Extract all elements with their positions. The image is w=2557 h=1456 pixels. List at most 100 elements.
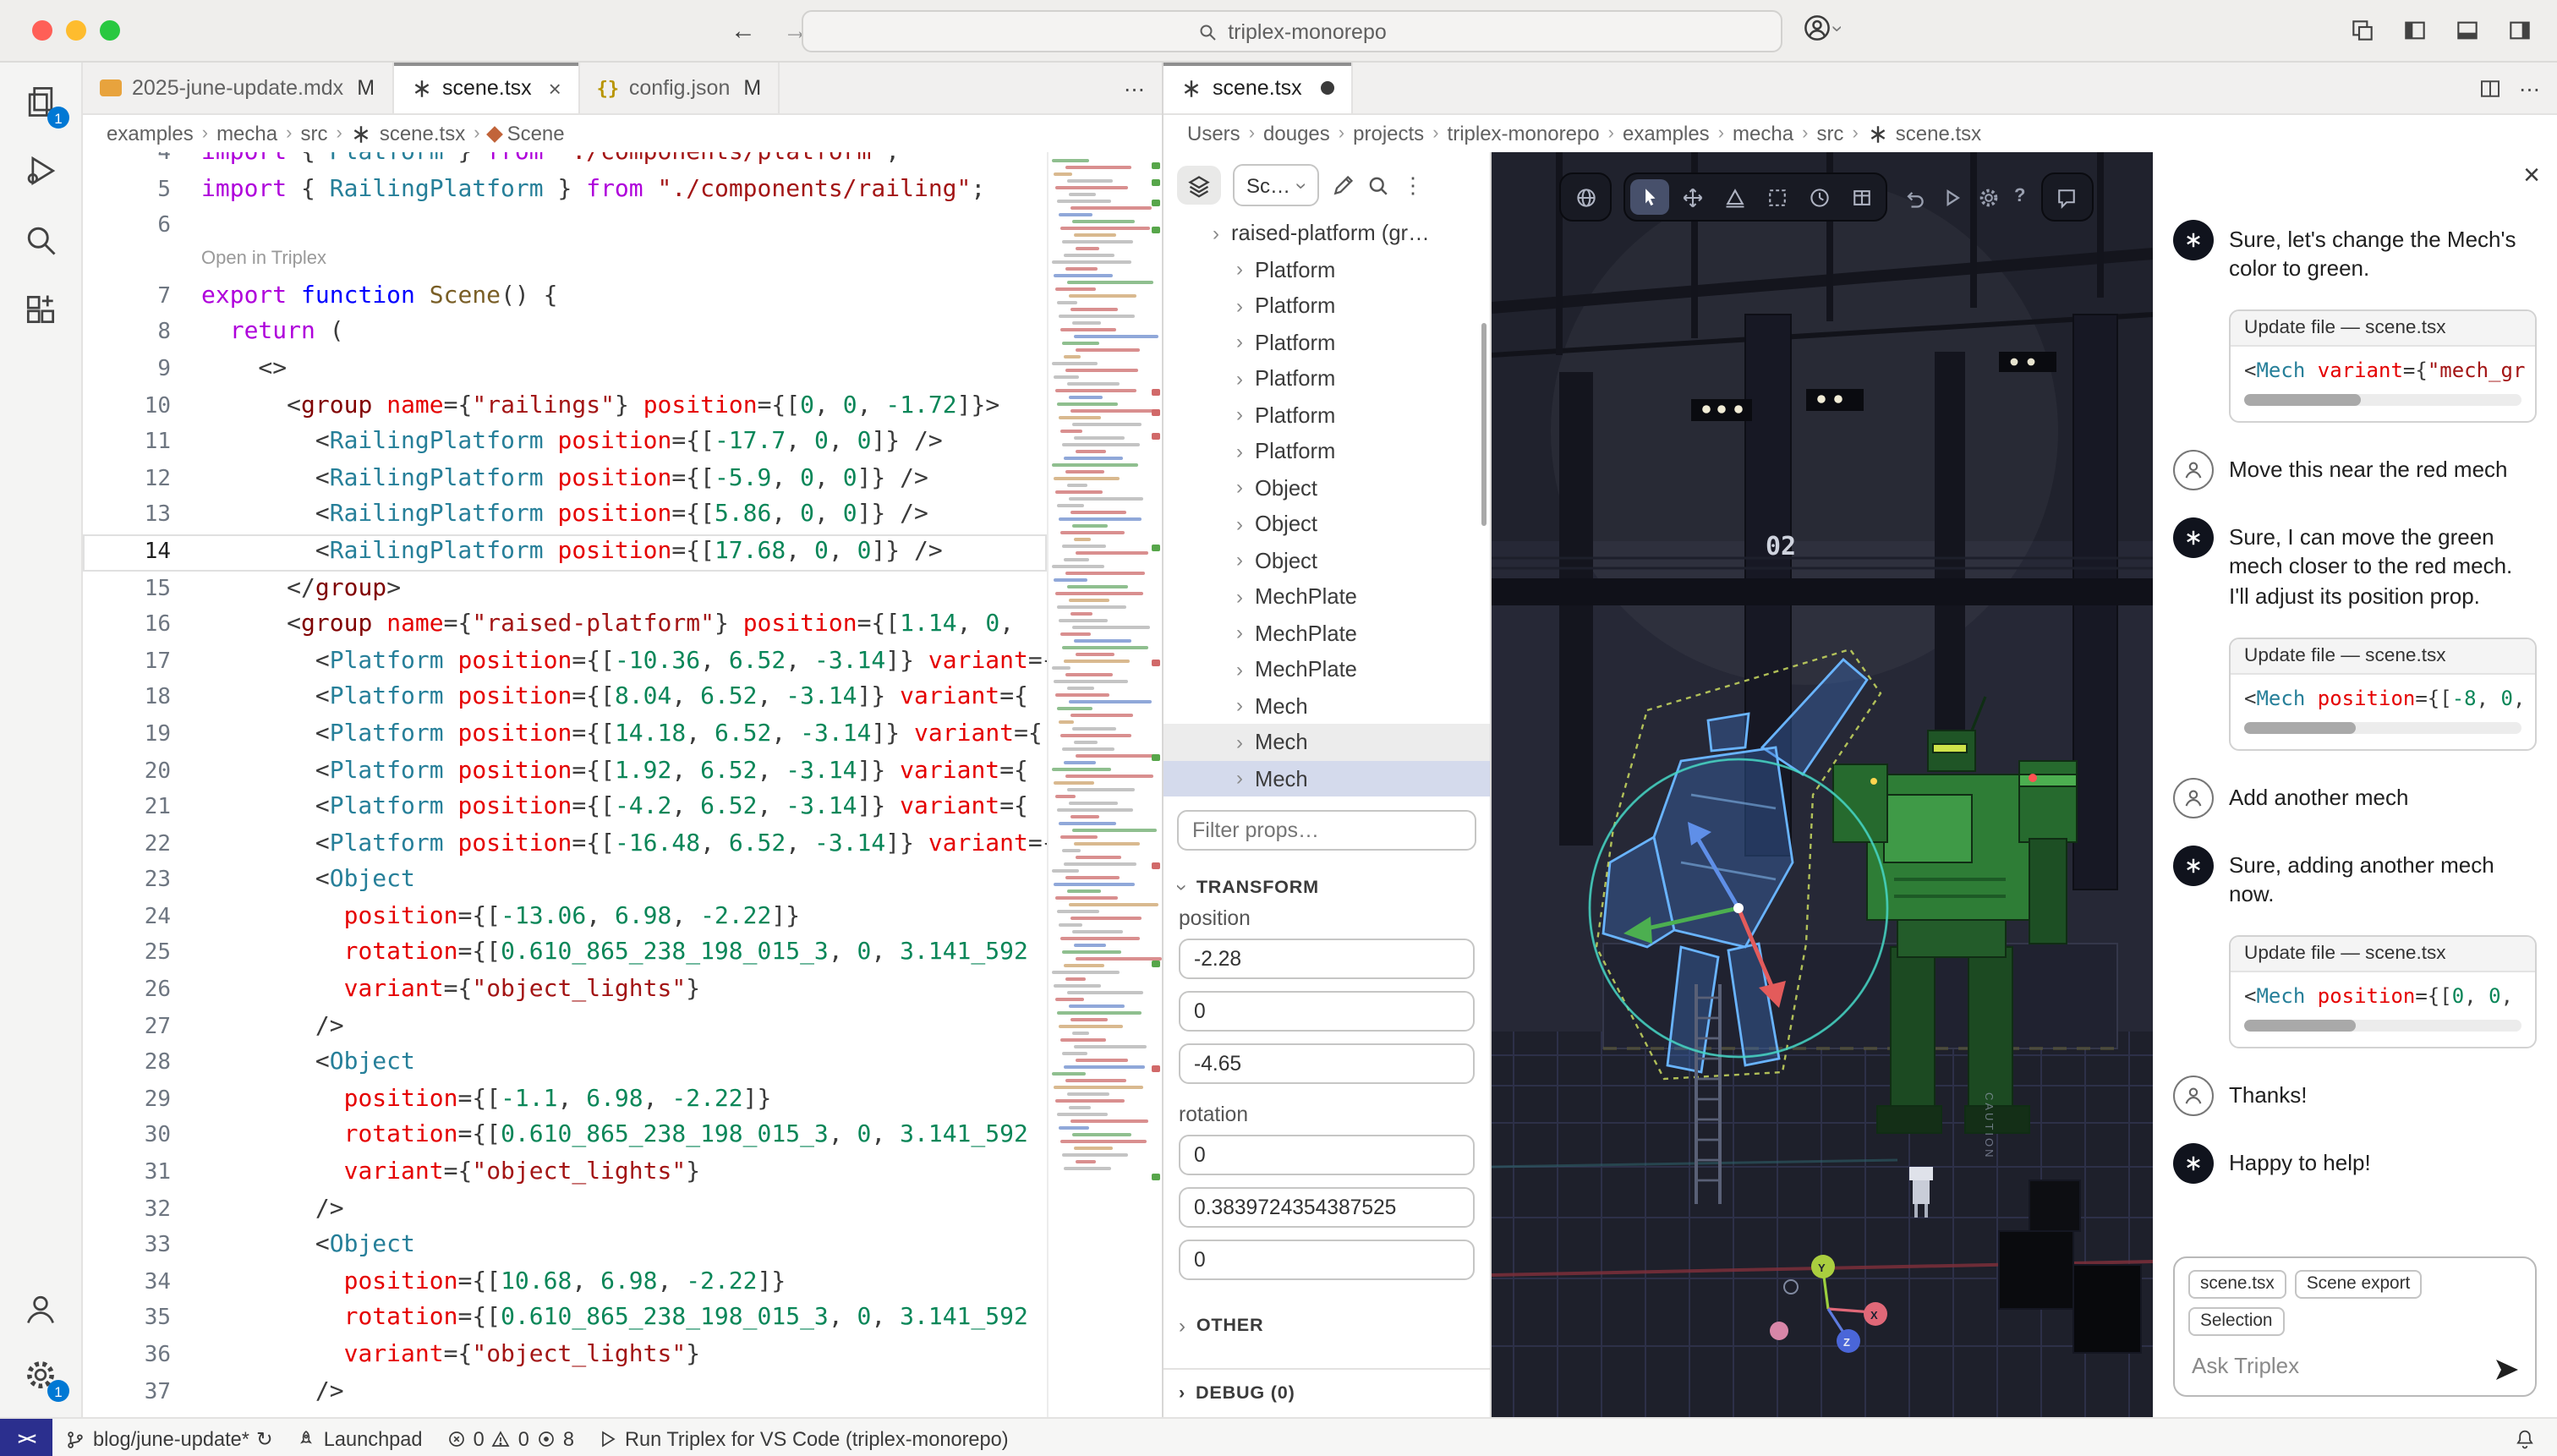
breadcrumb-item[interactable]: scene.tsx [1867, 122, 1981, 145]
search-sidebar-icon[interactable] [22, 222, 59, 259]
toggle-panel-icon[interactable] [2454, 17, 2481, 44]
help-icon[interactable]: ? [2014, 185, 2025, 209]
position-z-input[interactable] [1179, 1043, 1475, 1084]
scene-select[interactable]: Sc… › [1233, 164, 1320, 206]
tree-item-platform[interactable]: › Platform [1164, 433, 1490, 469]
tree-item-platform[interactable]: › Platform [1164, 251, 1490, 287]
send-icon[interactable] [2493, 1356, 2520, 1383]
layers-button[interactable] [1177, 166, 1221, 205]
other-section-header[interactable]: › OTHER [1179, 1314, 1475, 1338]
settings-gear-icon[interactable]: 1 [22, 1356, 69, 1402]
tree-item-mech[interactable]: › Mech [1164, 724, 1490, 760]
profile-menu[interactable]: › [1803, 14, 1850, 42]
rotation-x-input[interactable] [1179, 1135, 1475, 1175]
card-scrollbar[interactable] [2244, 1020, 2521, 1032]
3d-viewport[interactable]: 02 CAUTION Y X Z ? [1492, 152, 2153, 1417]
git-branch-item[interactable]: blog/june-update* ↻ [52, 1419, 285, 1456]
toggle-sidebar-icon[interactable] [2401, 17, 2428, 44]
close-tab-icon[interactable]: × [549, 75, 561, 101]
tab-scene-tsx[interactable]: scene.tsx [1164, 63, 1353, 113]
tree-item-object[interactable]: › Object [1164, 506, 1490, 542]
more-actions-icon[interactable]: ⋯ [2519, 75, 2540, 101]
settings-gear-icon[interactable] [1977, 185, 2001, 209]
breadcrumb-item[interactable]: examples [107, 122, 194, 145]
minimap[interactable] [1047, 152, 1162, 1417]
tree-item-mechplate[interactable]: › MechPlate [1164, 615, 1490, 651]
dirty-dot[interactable] [1320, 81, 1334, 95]
undo-icon[interactable] [1903, 185, 1926, 209]
breadcrumb-item[interactable]: mecha [216, 122, 277, 145]
breadcrumb-item[interactable]: examples [1623, 122, 1710, 145]
feedback-bubble-icon[interactable] [2047, 179, 2086, 215]
remote-indicator[interactable]: >< [0, 1419, 52, 1456]
toggle-secondary-sidebar-icon[interactable] [2506, 17, 2533, 44]
minimize-window-button[interactable] [66, 20, 86, 41]
tree-item-object[interactable]: › Object [1164, 469, 1490, 506]
close-window-button[interactable] [32, 20, 52, 41]
marquee-select-icon[interactable] [1757, 179, 1796, 215]
tree-item-mechplate[interactable]: › MechPlate [1164, 651, 1490, 687]
tree-scrollbar[interactable] [1481, 323, 1487, 526]
tab-scene-tsx[interactable]: scene.tsx × [393, 63, 580, 113]
play-icon[interactable] [1940, 185, 1963, 209]
back-icon[interactable]: ← [731, 16, 756, 45]
problems-item[interactable]: 0 0 8 [435, 1419, 586, 1456]
tree-item-platform[interactable]: › Platform [1164, 397, 1490, 433]
search-icon[interactable] [1366, 173, 1390, 197]
rotate-tool-icon[interactable] [1715, 179, 1754, 215]
code-lens[interactable]: Open in Triplex [83, 245, 1047, 279]
explorer-icon[interactable]: 1 [22, 83, 69, 129]
breadcrumb-item[interactable]: scene.tsx [351, 122, 465, 145]
split-editor-icon[interactable] [2477, 75, 2502, 101]
breadcrumb-item[interactable]: Scene [485, 122, 565, 145]
card-scrollbar[interactable] [2244, 394, 2521, 407]
bell-icon[interactable] [2513, 1427, 2537, 1451]
code-editor[interactable]: 4 import { Platform } from "./components/… [83, 152, 1162, 1417]
debug-section-header[interactable]: › DEBUG (0) [1164, 1368, 1490, 1417]
transform-section-header[interactable]: › TRANSFORM [1170, 876, 1475, 900]
ask-triplex-input[interactable] [2188, 1351, 2475, 1380]
breadcrumb-item[interactable]: src [300, 122, 327, 145]
tree-item-platform[interactable]: › Platform [1164, 360, 1490, 397]
breadcrumb-item[interactable]: douges [1263, 122, 1330, 145]
multi-window-icon[interactable] [2349, 17, 2376, 44]
card-scrollbar[interactable] [2244, 721, 2521, 734]
breadcrumb-item[interactable]: src [1816, 122, 1843, 145]
more-actions-icon[interactable]: ⋯ [1124, 75, 1145, 101]
rotation-z-input[interactable] [1179, 1240, 1475, 1280]
tree-item-platform[interactable]: › Platform [1164, 324, 1490, 360]
tree-item-object[interactable]: › Object [1164, 542, 1490, 578]
position-x-input[interactable] [1179, 939, 1475, 979]
tree-item-raised-platform-gr-[interactable]: › raised-platform (gr… [1164, 215, 1490, 251]
filter-props-input[interactable] [1177, 810, 1476, 851]
breadcrumb-item[interactable]: projects [1353, 122, 1424, 145]
edit-icon[interactable] [1331, 173, 1355, 197]
grid-view-icon[interactable] [1842, 179, 1881, 215]
rotation-y-input[interactable] [1179, 1187, 1475, 1228]
breadcrumb-item[interactable]: mecha [1733, 122, 1793, 145]
zoom-window-button[interactable] [100, 20, 120, 41]
breadcrumb-item[interactable]: triplex-monorepo [1448, 122, 1600, 145]
move-tool-icon[interactable] [1673, 179, 1711, 215]
tree-item-mech[interactable]: › Mech [1164, 687, 1490, 724]
tree-item-mechplate[interactable]: › MechPlate [1164, 578, 1490, 615]
close-icon[interactable]: × [2523, 159, 2540, 193]
command-center-search[interactable]: triplex-monorepo [802, 10, 1782, 52]
select-tool-icon[interactable] [1630, 179, 1669, 215]
launchpad-item[interactable]: Launchpad [285, 1419, 435, 1456]
context-chip[interactable]: Selection [2188, 1307, 2285, 1336]
tree-item-platform[interactable]: › Platform [1164, 287, 1490, 324]
globe-icon[interactable] [1566, 179, 1605, 215]
tab-config-json[interactable]: {} config.json M [580, 63, 780, 113]
run-task-item[interactable]: Run Triplex for VS Code (triplex-monorep… [586, 1419, 1021, 1456]
run-debug-icon[interactable] [22, 152, 59, 189]
kebab-menu-icon[interactable]: ⋮ [1402, 172, 1424, 199]
position-y-input[interactable] [1179, 991, 1475, 1032]
tab-2025-june-update-mdx[interactable]: 2025-june-update.mdx M [83, 63, 394, 113]
history-icon[interactable] [1799, 179, 1838, 215]
account-icon[interactable] [22, 1290, 59, 1327]
tree-item-mech[interactable]: › Mech [1164, 760, 1490, 796]
extensions-icon[interactable] [22, 291, 59, 328]
context-chip[interactable]: scene.tsx [2188, 1270, 2286, 1299]
breadcrumb-item[interactable]: Users [1187, 122, 1240, 145]
